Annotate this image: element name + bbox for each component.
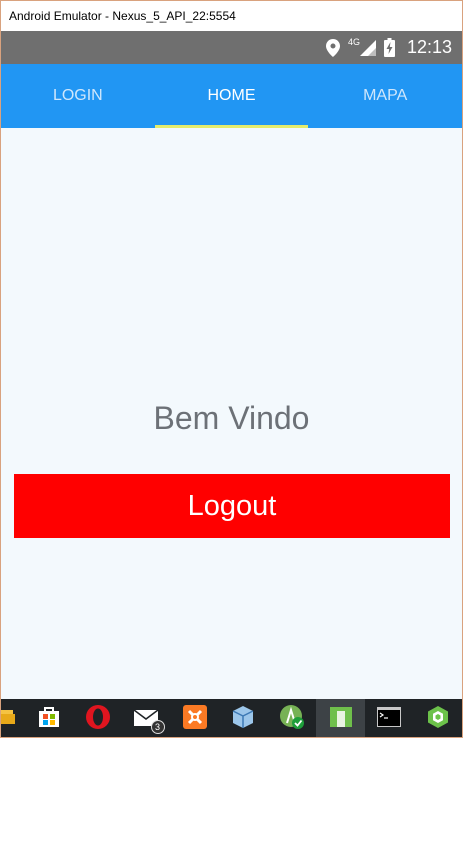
- logout-button[interactable]: Logout: [14, 474, 450, 538]
- file-explorer-taskbar-item[interactable]: [1, 699, 25, 737]
- node-taskbar-item[interactable]: [413, 699, 462, 737]
- emulator-window: Android Emulator - Nexus_5_API_22:5554 4…: [0, 0, 463, 738]
- xampp-taskbar-item[interactable]: [171, 699, 220, 737]
- virtualbox-taskbar-item[interactable]: [219, 699, 268, 737]
- opera-icon: [85, 704, 111, 735]
- window-titlebar[interactable]: Android Emulator - Nexus_5_API_22:5554: [1, 1, 462, 31]
- file-explorer-icon: [1, 708, 15, 731]
- opera-taskbar-item[interactable]: [73, 699, 122, 737]
- battery-charging-icon: [383, 38, 395, 57]
- emulator-icon: [329, 705, 353, 734]
- android-studio-icon: [279, 704, 305, 735]
- status-bar: 4G 12:13: [1, 31, 462, 64]
- windows-taskbar: 3: [1, 699, 462, 737]
- xampp-icon: [182, 704, 207, 734]
- signal-4g-icon: 4G: [347, 36, 376, 56]
- tab-bar: LOGIN HOME MAPA: [1, 64, 462, 128]
- tab-login[interactable]: LOGIN: [1, 64, 155, 128]
- status-time: 12:13: [406, 37, 452, 57]
- welcome-label: Bem Vindo: [153, 400, 310, 436]
- android-studio-taskbar-item[interactable]: [268, 699, 317, 737]
- tab-label: MAPA: [363, 87, 408, 104]
- tab-label: LOGIN: [52, 87, 103, 104]
- tab-mapa[interactable]: MAPA: [308, 64, 462, 128]
- command-prompt-icon: [377, 706, 402, 732]
- mail-unread-badge: 3: [150, 720, 165, 734]
- mail-taskbar-item[interactable]: 3: [122, 699, 171, 737]
- tab-label: HOME: [207, 87, 256, 104]
- location-pin-icon: [325, 38, 340, 57]
- node-icon: [427, 705, 449, 734]
- microsoft-store-taskbar-item[interactable]: [25, 699, 74, 737]
- emulator-taskbar-item[interactable]: [316, 699, 365, 737]
- home-page: Bem Vindo Logout: [1, 128, 462, 699]
- virtualbox-icon: [231, 705, 255, 734]
- command-prompt-taskbar-item[interactable]: [365, 699, 414, 737]
- tab-home[interactable]: HOME: [154, 64, 309, 128]
- microsoft-store-icon: [37, 705, 61, 734]
- network-type-label: 4G: [347, 36, 360, 47]
- window-title: Android Emulator - Nexus_5_API_22:5554: [9, 9, 236, 23]
